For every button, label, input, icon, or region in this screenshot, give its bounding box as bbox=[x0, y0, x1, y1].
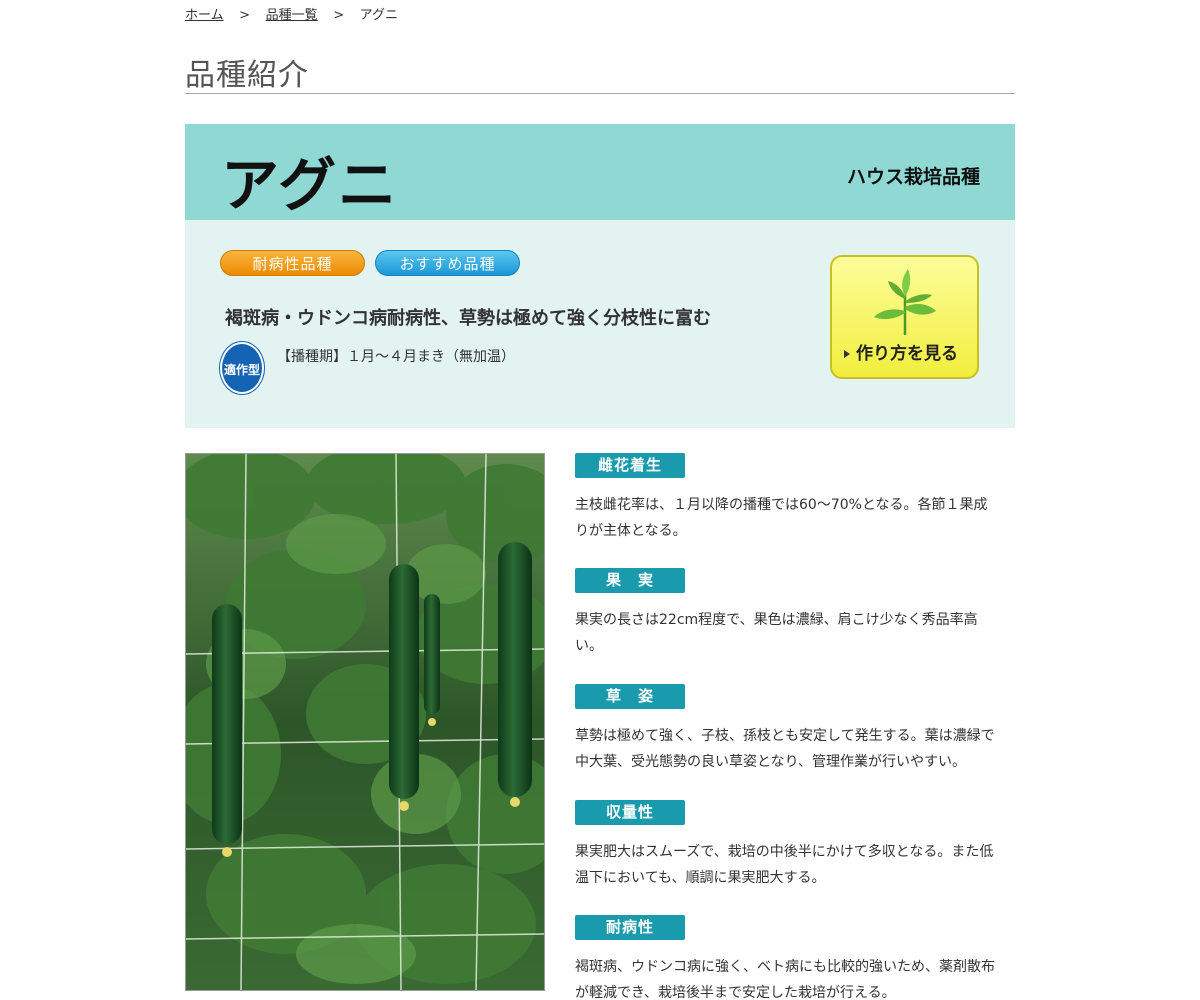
feature-item: 果 実 果実の長さは22cm程度で、果色は濃緑、肩こけ少なく秀品率高い。 bbox=[575, 568, 1005, 659]
disease-resistant-badge: 耐病性品種 bbox=[220, 250, 365, 276]
how-to-grow-button[interactable]: 作り方を見る bbox=[830, 255, 979, 379]
variety-name: アグニ bbox=[221, 151, 399, 219]
breadcrumb: ホーム > 品種一覧 > アグニ bbox=[185, 4, 398, 23]
feature-item: 耐病性 褐斑病、ウドンコ病に強く、ベト病にも比較的強いため、薬剤散布が軽減でき、… bbox=[575, 915, 1005, 1000]
how-to-grow-text: 作り方を見る bbox=[856, 344, 958, 364]
play-arrow-icon bbox=[844, 350, 850, 358]
feature-text: 主枝雌花率は、１月以降の播種では60〜70%となる。各節１果成りが主体となる。 bbox=[575, 497, 988, 539]
page: ホーム > 品種一覧 > アグニ 品種紹介 アグニ ハウス栽培品種 耐病性品種 おすすめ… bbox=[0, 0, 1200, 1000]
breadcrumb-home-link[interactable]: ホーム bbox=[185, 8, 224, 23]
feature-label: 草 姿 bbox=[575, 684, 685, 709]
variety-type: ハウス栽培品種 bbox=[846, 166, 980, 188]
breadcrumb-separator: > bbox=[239, 8, 251, 23]
feature-item: 草 姿 草勢は極めて強く、子枝、孫枝とも安定して発生する。葉は濃緑で中大葉、受光… bbox=[575, 684, 1005, 775]
variety-headline: 褐斑病・ウドンコ病耐病性、草勢は極めて強く分枝性に富む bbox=[225, 308, 711, 329]
seedling-icon bbox=[874, 269, 936, 335]
feature-label: 果 実 bbox=[575, 568, 685, 593]
how-to-grow-label: 作り方を見る bbox=[844, 339, 958, 364]
adapt-type-badge: 適作型 bbox=[220, 342, 264, 394]
breadcrumb-list-link[interactable]: 品種一覧 bbox=[266, 8, 318, 23]
feature-text: 褐斑病、ウドンコ病に強く、ベト病にも比較的強いため、薬剤散布が軽減でき、栽培後半… bbox=[575, 959, 995, 1000]
page-title: 品種紹介 bbox=[185, 58, 309, 93]
sowing-period: 【播種期】１月〜４月まき（無加温） bbox=[277, 349, 515, 365]
recommended-badge: おすすめ品種 bbox=[375, 250, 520, 276]
feature-text: 果実の長さは22cm程度で、果色は濃緑、肩こけ少なく秀品率高い。 bbox=[575, 612, 978, 654]
cucumber-plant-image bbox=[186, 454, 544, 990]
feature-label: 雌花着生 bbox=[575, 453, 685, 478]
feature-text: 草勢は極めて強く、子枝、孫枝とも安定して発生する。葉は濃緑で中大葉、受光態勢の良… bbox=[575, 728, 995, 770]
feature-label: 収量性 bbox=[575, 800, 685, 825]
breadcrumb-separator: > bbox=[333, 8, 345, 23]
breadcrumb-current: アグニ bbox=[359, 8, 398, 23]
feature-item: 収量性 果実肥大はスムーズで、栽培の中後半にかけて多収となる。また低温下において… bbox=[575, 800, 1005, 891]
title-divider bbox=[185, 93, 1015, 94]
feature-item: 雌花着生 主枝雌花率は、１月以降の播種では60〜70%となる。各節１果成りが主体… bbox=[575, 453, 1005, 544]
cucumber-photo bbox=[185, 453, 545, 991]
feature-label: 耐病性 bbox=[575, 915, 685, 940]
feature-text: 果実肥大はスムーズで、栽培の中後半にかけて多収となる。また低温下においても、順調… bbox=[575, 844, 994, 886]
variety-info-panel: 耐病性品種 おすすめ品種 褐斑病・ウドンコ病耐病性、草勢は極めて強く分枝性に富む… bbox=[185, 220, 1015, 428]
variety-header: アグニ ハウス栽培品種 bbox=[185, 124, 1015, 220]
